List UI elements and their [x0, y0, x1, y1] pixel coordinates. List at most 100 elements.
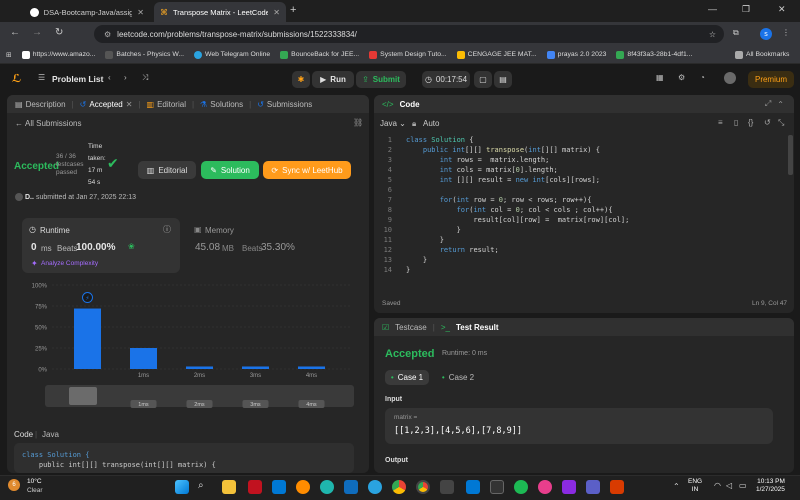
intellij-icon[interactable] — [562, 480, 576, 494]
case-2-tab[interactable]: • Case 2 — [436, 370, 480, 385]
tab-submissions[interactable]: ↺ Submissions — [257, 100, 312, 109]
app-icon[interactable] — [296, 480, 310, 494]
wifi-icon[interactable]: ◠ — [714, 481, 721, 490]
debug-button[interactable]: ✱ — [292, 71, 310, 88]
code-line[interactable]: 8 for(int col = 0; col < cols ; col++){ — [374, 205, 794, 215]
notes-button[interactable]: ▢ — [474, 71, 492, 88]
bookmark-item[interactable]: System Design Tuto... — [369, 50, 447, 59]
braces-icon[interactable]: {} — [748, 118, 753, 127]
analyze-complexity-link[interactable]: Analyze Complexity — [41, 260, 98, 267]
code-line[interactable]: 2 public int[][] transpose(int[][] matri… — [374, 145, 794, 155]
app-icon[interactable] — [490, 480, 504, 494]
tab-github[interactable]: DSA-Bootcamp-Java/assignme ✕ — [24, 2, 150, 22]
close-icon[interactable]: ✕ — [137, 8, 144, 17]
profile-avatar[interactable]: s — [760, 28, 772, 40]
autocomplete-toggle[interactable]: Auto — [423, 119, 439, 128]
clock-display[interactable]: 10:13 PM 1/27/2025 — [756, 478, 785, 494]
site-info-icon[interactable]: ⚙ — [104, 30, 111, 39]
submit-button[interactable]: ⇪ Submit — [356, 71, 406, 88]
tray-chevron-icon[interactable]: ⌃ — [673, 482, 680, 491]
all-submissions-link[interactable]: All Submissions — [25, 119, 81, 128]
volume-icon[interactable]: ◁ — [726, 481, 732, 490]
reload-icon[interactable]: ↻ — [55, 27, 63, 38]
code-line[interactable]: 4 int cols = matrix[0].length; — [374, 165, 794, 175]
prev-problem-icon[interactable]: ‹ — [108, 73, 111, 82]
app-icon[interactable] — [272, 480, 286, 494]
bookmark-item[interactable]: CENGAGE JEE MAT... — [456, 50, 537, 59]
bookmark-icon[interactable]: ▯ — [734, 118, 738, 127]
tab-solutions[interactable]: ⚗ Solutions — [200, 100, 243, 109]
tab-test-result[interactable]: Test Result — [456, 323, 499, 332]
bookmark-item[interactable]: BounceBack for JEE... — [280, 50, 359, 59]
spotify-icon[interactable] — [514, 480, 528, 494]
app-icon[interactable] — [440, 480, 454, 494]
code-line[interactable]: 7 for(int row = 0; row < rows; row++){ — [374, 195, 794, 205]
code-line[interactable]: 9 result[col][row] = matrix[row][col]; — [374, 215, 794, 225]
bookmark-item[interactable]: Batches - Physics W... — [105, 50, 184, 59]
edge-icon[interactable] — [320, 480, 334, 494]
shuffle-icon[interactable]: ⤨ — [142, 73, 148, 83]
run-button[interactable]: ▶ Run — [312, 71, 354, 88]
weather-temp[interactable]: 10°C — [27, 478, 42, 485]
maximize-icon[interactable]: ⤢ — [765, 99, 771, 109]
tab-description[interactable]: ▤ Description — [15, 100, 66, 109]
solution-button[interactable]: ✎ Solution — [201, 161, 259, 179]
weather-text[interactable]: Clear — [27, 487, 43, 494]
app-icon[interactable] — [538, 480, 552, 494]
search-icon[interactable]: ⌕ — [198, 480, 212, 494]
bookmark-item[interactable]: https://www.amazo... — [21, 50, 95, 59]
close-icon[interactable]: ✕ — [126, 100, 133, 109]
link-icon[interactable]: ⛓ — [353, 118, 363, 127]
back-icon[interactable]: ← — [10, 27, 20, 38]
tab-editorial[interactable]: ▥ Editorial — [147, 100, 186, 109]
memory-card[interactable]: ▣ Memory 45.08 MB Beats 35.30% — [187, 218, 357, 273]
tab-leetcode[interactable]: ⌘ Transpose Matrix - LeetCode ✕ — [154, 2, 286, 22]
info-icon[interactable]: ⓘ — [163, 224, 171, 235]
problem-list-link[interactable]: Problem List — [52, 74, 103, 84]
collapse-icon[interactable]: ⌃ — [777, 100, 784, 109]
next-problem-icon[interactable]: › — [124, 73, 127, 82]
code-line[interactable]: 10 } — [374, 225, 794, 235]
address-bar[interactable]: ⚙ leetcode.com/problems/transpose-matrix… — [94, 25, 724, 43]
weather-icon[interactable]: 6 — [8, 479, 20, 491]
battery-icon[interactable]: ▭ — [739, 481, 747, 490]
leetcode-logo-icon[interactable]: ℒ — [12, 72, 21, 85]
teams-icon[interactable] — [586, 480, 600, 494]
reset-icon[interactable]: ↺ — [764, 118, 771, 127]
chrome-icon[interactable] — [392, 480, 406, 494]
bookmark-star-icon[interactable]: ☆ — [709, 30, 716, 39]
sync-leethub-button[interactable]: ⟳ Sync w/ LeetHub — [263, 161, 351, 179]
all-bookmarks[interactable]: All Bookmarks — [735, 50, 789, 59]
menu-icon[interactable]: ⋮ — [782, 28, 790, 37]
extensions-icon[interactable]: ⧉ — [733, 28, 739, 38]
format-icon[interactable]: ≡ — [718, 118, 723, 127]
minimize-icon[interactable]: — — [708, 4, 717, 14]
code-editor[interactable]: 1 class Solution {2 public int[][] transp… — [374, 135, 794, 285]
code-line[interactable]: 6 — [374, 185, 794, 195]
code-line[interactable]: 14} — [374, 265, 794, 275]
forward-icon[interactable]: → — [32, 27, 42, 38]
bookmark-item[interactable]: Web Telegram Online — [194, 50, 270, 59]
code-line[interactable]: 5 int [][] result = new int[cols][rows]; — [374, 175, 794, 185]
start-icon[interactable] — [175, 480, 189, 494]
input-language[interactable]: ENG IN — [688, 478, 702, 494]
editorial-button[interactable]: ▥ Editorial — [138, 161, 196, 179]
telegram-icon[interactable] — [368, 480, 382, 494]
case-1-tab[interactable]: • Case 1 — [385, 370, 429, 385]
app-icon[interactable] — [610, 480, 624, 494]
close-icon[interactable]: ✕ — [273, 8, 280, 17]
mail-icon[interactable] — [344, 480, 358, 494]
premium-button[interactable]: Premium — [748, 71, 794, 88]
streak-icon[interactable]: ◔ — [700, 73, 705, 82]
language-selector[interactable]: Java ⌄ — [380, 119, 406, 128]
code-line[interactable]: 12 return result; — [374, 245, 794, 255]
tab-testcase[interactable]: Testcase — [395, 323, 427, 332]
user-avatar[interactable] — [724, 72, 736, 84]
whiteboard-button[interactable]: ▤ — [494, 71, 512, 88]
code-line[interactable]: 13 } — [374, 255, 794, 265]
bookmark-item[interactable]: 8f43f3a3-28b1-4df1... — [616, 50, 692, 59]
fullscreen-icon[interactable]: ⤡ — [778, 118, 784, 128]
restore-icon[interactable]: ❐ — [742, 4, 750, 15]
runtime-distribution-chart[interactable]: 100% 75% 50% 25% 0% 1ms 2ms 3ms 4ms ⚡ 1ms 2ms 3ms 4ms — [22, 281, 357, 413]
code-line[interactable]: 11 } — [374, 235, 794, 245]
